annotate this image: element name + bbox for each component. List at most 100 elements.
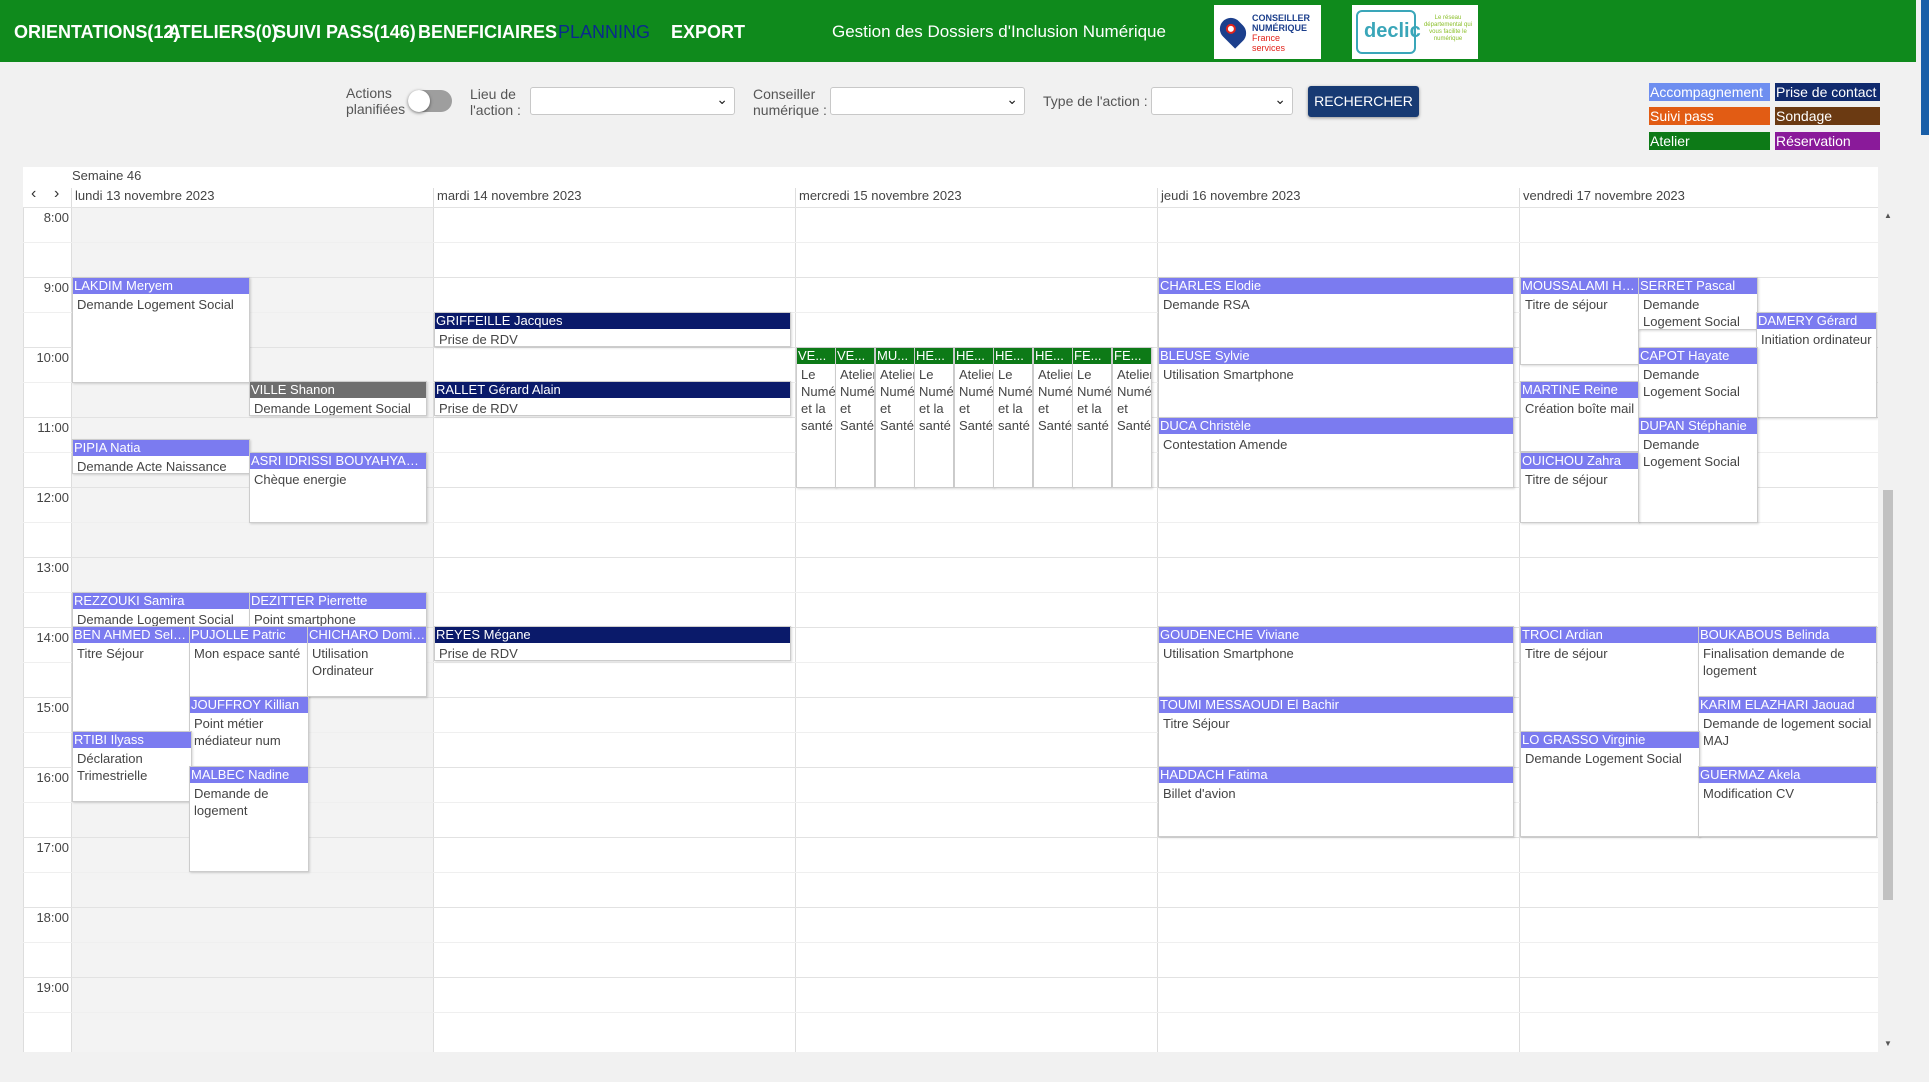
week-calendar: Semaine 46 ‹ › lundi 13 novembre 2023 ma…	[23, 167, 1895, 1052]
day-column-wednesday[interactable]	[795, 207, 1157, 1052]
calendar-scrollbar[interactable]: ▲ ▼	[1881, 207, 1895, 1052]
scrollbar-thumb[interactable]	[1883, 490, 1893, 900]
app-title: Gestion des Dossiers d'Inclusion Numériq…	[832, 22, 1166, 41]
actions-planifiees-toggle[interactable]	[408, 90, 452, 112]
nav-suivi-pass[interactable]: SUIVI PASS(146)	[274, 22, 416, 43]
hour-label: 18:00	[36, 910, 69, 925]
hour-label: 10:00	[36, 350, 69, 365]
event-card[interactable]: MALBEC Nadine Demande de logement	[189, 766, 309, 872]
hour-label: 8:00	[43, 210, 69, 225]
hour-label: 12:00	[36, 490, 69, 505]
hour-label: 19:00	[36, 980, 69, 995]
event-card[interactable]: HADDACH Fatima Billet d'avion	[1158, 766, 1514, 837]
event-card[interactable]: VILLE Shanon Demande Logement Social	[249, 381, 427, 416]
atelier-event-card[interactable]: FE...Atelier Numérique et Santé	[1112, 347, 1152, 488]
event-card[interactable]: PUJOLLE Patric Mon espace santé	[189, 626, 309, 697]
prev-week-icon[interactable]: ‹	[31, 185, 36, 203]
lieu-select[interactable]: ⌄	[530, 87, 735, 115]
event-card[interactable]: KARIM ELAZHARI Jaouad Demande de logement…	[1698, 696, 1877, 767]
event-card[interactable]: MARTINE Reine Création boîte mail	[1520, 381, 1639, 452]
type-action-select[interactable]: ⌄	[1151, 87, 1293, 115]
declic-logo: declic Le réseau départemental qui vous …	[1352, 5, 1478, 59]
event-card[interactable]: GRIFFEILLE Jacques Prise de RDV	[434, 312, 791, 347]
event-card[interactable]: RALLET Gérard Alain Prise de RDV	[434, 381, 791, 416]
event-card[interactable]: JOUFFROY Killian Point métier médiateur n…	[189, 696, 309, 767]
scroll-up-icon[interactable]: ▲	[1884, 211, 1892, 220]
atelier-event-card[interactable]: FE...Le Numérique et la santé	[1072, 347, 1112, 488]
event-card[interactable]: CHICHARO DominiqueUtilisation Ordinateur	[307, 626, 427, 697]
grid-line	[23, 1012, 1878, 1013]
chevron-down-icon: ⌄	[716, 91, 728, 107]
hour-label: 9:00	[43, 280, 69, 295]
atelier-event-card[interactable]: HE...Atelier Numérique et Santé	[954, 347, 994, 488]
grid-line	[23, 207, 1878, 208]
grid-line	[23, 242, 1878, 243]
conseiller-numerique-logo: CONSEILLER NUMÉRIQUE France services	[1214, 5, 1321, 59]
atelier-event-card[interactable]: VE...Atelier Numérique et Santé	[835, 347, 875, 488]
time-grid: 8:00 9:00 10:00 11:00 12:00 13:00 14:00 …	[23, 207, 1878, 1052]
event-card[interactable]: DAMERY Gérard Initiation ordinateur	[1756, 312, 1877, 418]
chevron-down-icon: ⌄	[1006, 91, 1018, 107]
atelier-event-card[interactable]: HE...Atelier Numérique et Santé	[1033, 347, 1073, 488]
hour-label: 15:00	[36, 700, 69, 715]
event-card[interactable]: LAKDIM Meryem Demande Logement Social	[72, 277, 250, 383]
day-header-friday: vendredi 17 novembre 2023	[1519, 188, 1879, 207]
top-nav-bar: ORIENTATIONS(12) ATELIERS(0) SUIVI PASS(…	[0, 0, 1916, 62]
day-header-wednesday: mercredi 15 novembre 2023	[795, 188, 1157, 207]
event-card[interactable]: REYES Mégane Prise de RDV	[434, 626, 791, 661]
atelier-event-card[interactable]: MU...Atelier Numérique et Santé	[875, 347, 915, 488]
day-header-tuesday: mardi 14 novembre 2023	[433, 188, 795, 207]
nav-planning[interactable]: PLANNING	[558, 22, 650, 43]
atelier-event-card[interactable]: HE...Le Numérique et la santé	[914, 347, 954, 488]
nav-ateliers[interactable]: ATELIERS(0)	[168, 22, 278, 43]
event-card[interactable]: DUCA Christèle Contestation Amende	[1158, 417, 1514, 488]
legend-sondage: Sondage	[1775, 107, 1880, 125]
scroll-down-icon[interactable]: ▼	[1884, 1039, 1892, 1048]
event-card[interactable]: RTIBI Ilyass Déclaration Trimestrielle	[72, 731, 192, 802]
grid-line	[23, 942, 1878, 943]
event-card[interactable]: TROCI Ardian Titre de séjour	[1520, 626, 1700, 732]
nav-beneficiaires[interactable]: BENEFICIAIRES	[418, 22, 557, 43]
event-card[interactable]: PIPIA Natia Demande Acte Naissance	[72, 439, 250, 474]
event-card[interactable]: GUERMAZ Akela Modification CV	[1698, 766, 1877, 837]
conseiller-select[interactable]: ⌄	[830, 87, 1025, 115]
event-card[interactable]: TOUMI MESSAOUDI El Bachir Titre Séjour	[1158, 696, 1514, 767]
event-card[interactable]: CHARLES Elodie Demande RSA	[1158, 277, 1514, 348]
day-header-thursday: jeudi 16 novembre 2023	[1157, 188, 1519, 207]
event-card[interactable]: DUPAN Stéphanie Demande Logement Social	[1638, 417, 1758, 523]
event-card[interactable]: BOUKABOUS Belinda Finalisation demande de…	[1698, 626, 1877, 697]
nav-export[interactable]: EXPORT	[671, 22, 745, 43]
legend-atelier: Atelier	[1649, 132, 1770, 150]
event-card[interactable]: OUICHOU Zahra Titre de séjour	[1520, 452, 1639, 523]
event-card[interactable]: ASRI IDRISSI BOUYAHYAOUI Chèque energie	[249, 452, 427, 523]
event-card[interactable]: GOUDENECHE Viviane Utilisation Smartphone	[1158, 626, 1514, 697]
event-card[interactable]: BLEUSE Sylvie Utilisation Smartphone	[1158, 347, 1514, 418]
type-action-label: Type de l'action :	[1043, 93, 1148, 109]
lieu-label: Lieu de l'action :	[470, 86, 521, 118]
page-scrollbar[interactable]	[1921, 0, 1929, 135]
day-header-monday: lundi 13 novembre 2023	[71, 188, 433, 207]
legend-prise-de-contact: Prise de contact	[1775, 83, 1880, 101]
event-card[interactable]: BEN AHMED Selma Titre Séjour	[72, 626, 192, 732]
hour-label: 14:00	[36, 630, 69, 645]
legend-suivi-pass: Suivi pass	[1649, 107, 1770, 125]
hour-label: 17:00	[36, 840, 69, 855]
event-card[interactable]: CAPOT Hayate Demande Logement Social	[1638, 347, 1758, 418]
atelier-event-card[interactable]: VE...Le Numérique et la santé	[796, 347, 836, 488]
event-card[interactable]: LO GRASSO Virginie Demande Logement Socia…	[1520, 731, 1700, 837]
hour-label: 11:00	[37, 420, 69, 435]
event-card[interactable]: MOUSSALAMI HananeTitre de séjour	[1520, 277, 1639, 365]
map-pin-icon	[1215, 13, 1251, 49]
atelier-event-card[interactable]: HE...Le Numérique et la santé	[993, 347, 1033, 488]
grid-line	[23, 907, 1878, 908]
event-card[interactable]: SERRET Pascal Demande Logement Social	[1638, 277, 1758, 330]
event-card[interactable]: DEZITTER Pierrette Point smartphone	[249, 592, 427, 627]
hour-label: 13:00	[36, 560, 69, 575]
calendar-header: Semaine 46 ‹ › lundi 13 novembre 2023 ma…	[23, 167, 1878, 208]
rechercher-button[interactable]: RECHERCHER	[1308, 86, 1419, 117]
grid-line	[23, 557, 1878, 558]
nav-orientations[interactable]: ORIENTATIONS(12)	[14, 22, 179, 43]
next-week-icon[interactable]: ›	[54, 185, 59, 203]
legend-accompagnement: Accompagnement	[1649, 83, 1770, 101]
event-card[interactable]: REZZOUKI Samira Demande Logement Social	[72, 592, 250, 627]
